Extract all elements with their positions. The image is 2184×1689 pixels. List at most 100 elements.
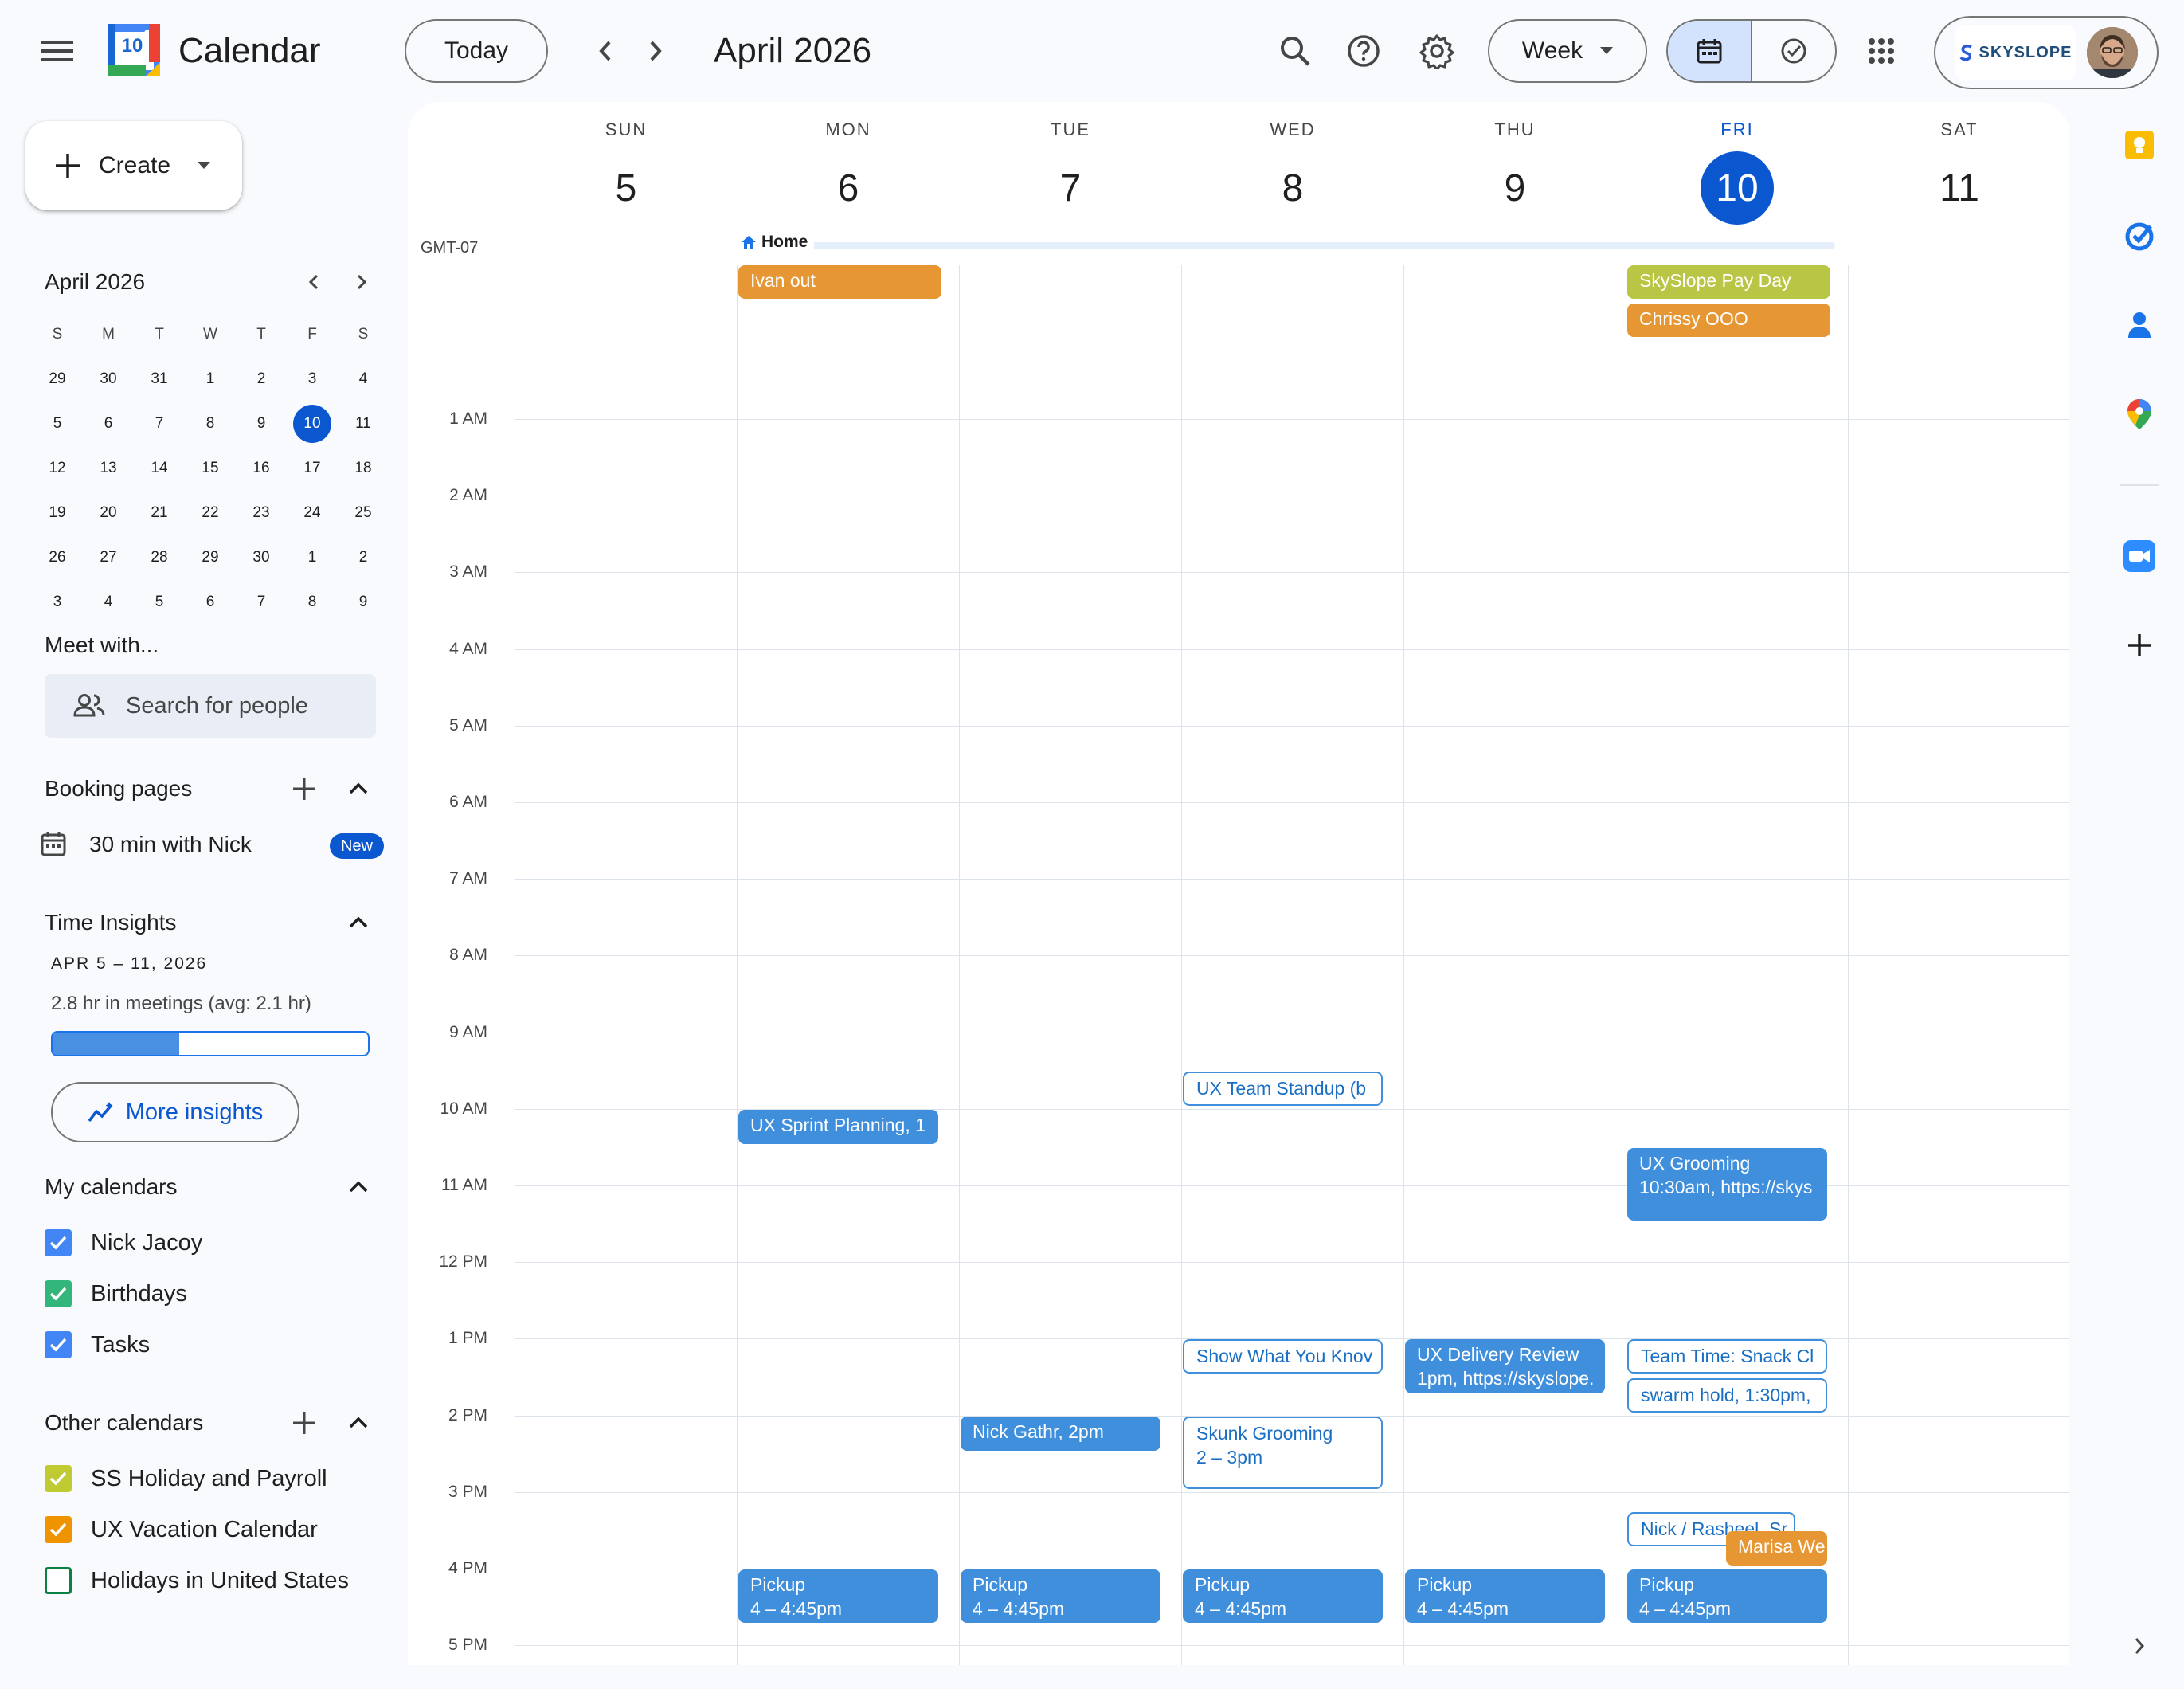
mini-calendar-day[interactable]: 28 (134, 535, 185, 580)
mini-calendar-day[interactable]: 20 (83, 491, 134, 535)
mini-calendar-day[interactable]: 23 (236, 491, 287, 535)
mini-calendar-next-button[interactable] (342, 266, 381, 298)
mini-calendar-day[interactable]: 18 (338, 446, 389, 491)
mini-calendar-day[interactable]: 9 (236, 402, 287, 446)
mini-calendar-day[interactable]: 1 (287, 535, 338, 580)
tasks-button[interactable] (2119, 215, 2160, 257)
mini-calendar-previous-button[interactable] (295, 266, 333, 298)
next-week-button[interactable] (632, 27, 679, 75)
calendar-checkbox[interactable] (45, 1567, 72, 1594)
day-number[interactable]: 6 (737, 151, 960, 225)
add-booking-page-button[interactable] (288, 773, 320, 805)
mini-calendar-day[interactable]: 24 (287, 491, 338, 535)
mini-calendar-day[interactable]: 4 (338, 357, 389, 402)
mini-calendar-day[interactable]: 1 (185, 357, 236, 402)
mini-calendar-day[interactable]: 5 (32, 402, 83, 446)
other-calendar-item[interactable]: SS Holiday and Payroll (45, 1463, 327, 1495)
allday-event[interactable]: SkySlope Pay Day (1627, 265, 1830, 299)
mini-calendar-day[interactable]: 2 (338, 535, 389, 580)
get-addons-button[interactable] (2119, 625, 2160, 666)
tasks-view-toggle[interactable] (1752, 21, 1835, 81)
calendar-event[interactable]: Show What You Knov (1183, 1339, 1383, 1374)
day-number[interactable]: 8 (1181, 151, 1404, 225)
mini-calendar-day[interactable]: 6 (83, 402, 134, 446)
mini-calendar-day[interactable]: 2 (236, 357, 287, 402)
calendar-event[interactable]: UX Delivery Review 1pm, https://skyslope. (1405, 1339, 1605, 1393)
calendar-event[interactable]: UX Grooming 10:30am, https://skys (1627, 1147, 1827, 1221)
contacts-button[interactable] (2119, 304, 2160, 346)
mini-calendar-day[interactable]: 15 (185, 446, 236, 491)
mini-calendar-day[interactable]: 8 (185, 402, 236, 446)
help-button[interactable] (1340, 27, 1388, 75)
mini-calendar-day[interactable]: 13 (83, 446, 134, 491)
settings-button[interactable] (1413, 27, 1461, 75)
mini-calendar-day[interactable]: 12 (32, 446, 83, 491)
mini-calendar-day[interactable]: 16 (236, 446, 287, 491)
mini-calendar-day[interactable]: 30 (236, 535, 287, 580)
add-other-calendar-button[interactable] (288, 1407, 320, 1439)
my-calendar-item[interactable]: Birthdays (45, 1278, 187, 1310)
mini-calendar-day[interactable]: 29 (185, 535, 236, 580)
allday-event[interactable]: Ivan out (738, 265, 941, 299)
today-button[interactable]: Today (405, 19, 548, 83)
calendar-checkbox[interactable] (45, 1280, 72, 1307)
other-calendar-item[interactable]: UX Vacation Calendar (45, 1514, 318, 1546)
day-number[interactable]: 5 (515, 151, 738, 225)
mini-calendar-day[interactable]: 10 (287, 402, 338, 446)
calendar-event[interactable]: UX Sprint Planning, 1 (738, 1109, 938, 1144)
calendar-event[interactable]: Team Time: Snack Cl (1627, 1339, 1827, 1374)
mini-calendar-day[interactable]: 6 (185, 580, 236, 625)
calendar-checkbox[interactable] (45, 1516, 72, 1543)
allday-event[interactable]: Chrissy OOO (1627, 304, 1830, 337)
my-calendar-item[interactable]: Tasks (45, 1329, 150, 1361)
search-button[interactable] (1271, 27, 1319, 75)
calendar-checkbox[interactable] (45, 1331, 72, 1358)
day-header-mon[interactable]: MON 6 (737, 120, 960, 225)
mini-calendar-day[interactable]: 9 (338, 580, 389, 625)
mini-calendar-day[interactable]: 8 (287, 580, 338, 625)
day-number[interactable]: 9 (1403, 151, 1626, 225)
mini-calendar-day[interactable]: 27 (83, 535, 134, 580)
calendar-event[interactable]: Pickup 4 – 4:45pm (1627, 1569, 1827, 1624)
mini-calendar-day[interactable]: 3 (32, 580, 83, 625)
other-calendar-item[interactable]: Holidays in United States (45, 1565, 349, 1597)
day-header-thu[interactable]: THU 9 (1403, 120, 1626, 225)
mini-calendar-day[interactable]: 21 (134, 491, 185, 535)
day-header-wed[interactable]: WED 8 (1181, 120, 1404, 225)
create-button[interactable]: Create (25, 121, 242, 210)
day-header-fri[interactable]: FRI 10 (1626, 120, 1849, 225)
collapse-time-insights-button[interactable] (342, 907, 374, 939)
more-insights-button[interactable]: More insights (51, 1082, 299, 1142)
collapse-booking-pages-button[interactable] (342, 773, 374, 805)
mini-calendar-day[interactable]: 17 (287, 446, 338, 491)
hide-side-panel-button[interactable] (2119, 1625, 2160, 1667)
mini-calendar-day[interactable]: 4 (83, 580, 134, 625)
google-apps-button[interactable] (1857, 27, 1905, 75)
zoom-button[interactable] (2119, 535, 2160, 577)
calendar-event[interactable]: Pickup 4 – 4:45pm (961, 1569, 1160, 1624)
collapse-my-calendars-button[interactable] (342, 1171, 374, 1203)
mini-calendar-day[interactable]: 25 (338, 491, 389, 535)
mini-calendar-day[interactable]: 22 (185, 491, 236, 535)
main-menu-button[interactable] (33, 32, 81, 70)
mini-calendar-day[interactable]: 31 (134, 357, 185, 402)
mini-calendar-day[interactable]: 29 (32, 357, 83, 402)
mini-calendar-day[interactable]: 19 (32, 491, 83, 535)
search-people-input[interactable]: Search for people (45, 674, 376, 738)
calendar-event[interactable]: Marisa We (1726, 1530, 1827, 1566)
day-header-sun[interactable]: SUN 5 (515, 120, 738, 225)
keep-button[interactable] (2119, 124, 2160, 166)
my-calendar-item[interactable]: Nick Jacoy (45, 1227, 202, 1259)
calendar-event[interactable]: UX Team Standup (b (1183, 1071, 1383, 1106)
day-number[interactable]: 10 (1626, 151, 1849, 225)
maps-button[interactable] (2119, 394, 2160, 435)
mini-calendar-day[interactable]: 5 (134, 580, 185, 625)
day-number[interactable]: 11 (1848, 151, 2069, 225)
calendar-view-toggle[interactable] (1668, 21, 1752, 81)
previous-week-button[interactable] (581, 27, 629, 75)
mini-calendar-day[interactable]: 7 (236, 580, 287, 625)
working-location-chip[interactable]: Home (741, 233, 815, 252)
calendar-event[interactable]: Skunk Grooming 2 – 3pm (1183, 1416, 1383, 1489)
booking-page-item[interactable]: 30 min with Nick (89, 830, 252, 859)
day-number[interactable]: 7 (959, 151, 1182, 225)
